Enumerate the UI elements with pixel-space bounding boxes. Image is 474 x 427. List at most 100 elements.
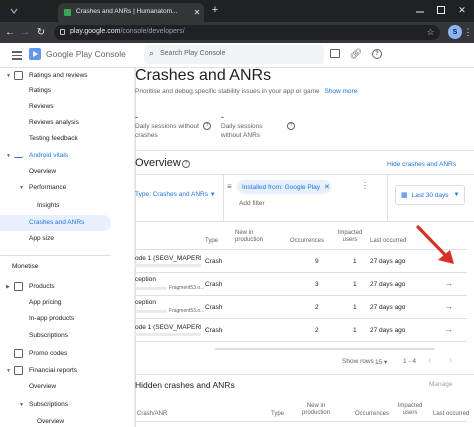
close-window-icon[interactable]: ✕ [456, 4, 468, 16]
sidebar-item-monetise: Monetise [12, 263, 39, 270]
browser-menu-icon[interactable]: ⋮ [464, 26, 473, 38]
date-range-dropdown[interactable]: ▦ Last 30 days ▼ [395, 185, 465, 205]
redacted-text [135, 310, 167, 313]
crash-name[interactable]: ode 1 (SEGV_MAPERR) [135, 255, 201, 262]
column-header[interactable]: Impacted users [335, 230, 365, 244]
url-field[interactable]: play.google.com/console/developers/ ☆ [54, 25, 440, 40]
sidebar-item-reviews-analysis[interactable]: Reviews analysis [29, 119, 79, 126]
caret-right-icon[interactable]: ▶ [6, 284, 10, 290]
sidebar-item-overview[interactable]: Overview [37, 418, 64, 425]
previous-page-icon[interactable]: ‹ [428, 355, 431, 366]
sidebar-item-insights[interactable]: Insights [37, 202, 59, 209]
filter-divider [387, 175, 388, 221]
manage-button[interactable]: Manage [429, 381, 453, 388]
show-more-link[interactable]: Show more [324, 88, 357, 95]
occurrences: 3 [315, 281, 319, 288]
close-tab-icon[interactable]: ✕ [192, 7, 202, 17]
sidebar-item-promo-codes[interactable]: Promo codes [29, 350, 67, 357]
help-icon[interactable]: ? [182, 160, 190, 168]
hidden-crashes-title: Hidden crashes and ANRs [135, 380, 235, 390]
caret-down-icon[interactable]: ▼ [19, 185, 24, 191]
column-header[interactable]: Type [271, 411, 284, 417]
minimize-icon[interactable] [415, 5, 425, 15]
ratings-icon [14, 71, 23, 80]
profile-avatar[interactable]: S [448, 25, 462, 39]
sidebar-item-crashes-and-anrs[interactable]: Crashes and ANRs [29, 219, 84, 226]
sidebar-item-performance[interactable]: Performance [29, 184, 66, 191]
table-row[interactable]: ode 1 (SEGV_MAPERR) Crash 9 1 27 days ago → [135, 250, 467, 273]
sidebar-item-subscriptions[interactable]: Subscriptions [29, 401, 68, 408]
sidebar-item-products[interactable]: Products [29, 283, 55, 290]
caret-down-icon[interactable]: ▼ [6, 368, 11, 374]
search-icon: ⌕ [149, 48, 155, 58]
crash-type: Crash [205, 304, 223, 311]
type-filter-dropdown[interactable]: Type: Crashes and ANRs ▼ [135, 191, 216, 198]
sidebar-item-overview[interactable]: Overview [29, 168, 56, 175]
cart-icon [14, 282, 23, 291]
open-details-arrow-icon[interactable]: → [444, 301, 453, 311]
impacted-users: 1 [353, 304, 357, 311]
next-page-icon[interactable]: › [449, 355, 452, 366]
dropdown-arrow-icon: ▼ [209, 192, 216, 198]
search-placeholder: Search Play Console [160, 50, 226, 57]
sidebar-item-testing-feedback[interactable]: Testing feedback [29, 135, 78, 142]
sidebar-item-overview[interactable]: Overview [29, 383, 56, 390]
column-header[interactable]: Last occurred [370, 238, 406, 244]
table-row[interactable]: ception Fragment53.o... Crash 3 1 27 days ago… [135, 273, 467, 296]
hide-crashes-link[interactable]: Hide crashes and ANRs [387, 161, 456, 168]
caret-down-icon[interactable]: ▼ [6, 73, 11, 79]
filter-divider [223, 175, 224, 221]
open-details-arrow-icon[interactable]: → [444, 324, 453, 334]
hamburger-menu-icon[interactable] [12, 51, 22, 60]
sidebar-item-app-size[interactable]: App size [29, 235, 54, 242]
help-icon[interactable]: ? [287, 122, 295, 130]
back-arrow-icon[interactable]: ← [4, 26, 16, 38]
column-header[interactable]: New in production [235, 230, 275, 244]
column-header[interactable]: New in production [301, 403, 331, 417]
forward-arrow-icon[interactable]: → [19, 26, 31, 38]
open-details-arrow-icon[interactable]: → [444, 278, 453, 288]
sidebar-item-android-vitals[interactable]: Android vitals [29, 152, 68, 159]
browser-tab-bar: Crashes and ANRs | Humanatom... ✕ + ✕ [0, 0, 474, 22]
horizontal-scrollbar[interactable] [215, 348, 435, 350]
sidebar-item-subscriptions[interactable]: Subscriptions [29, 332, 68, 339]
sidebar-item-ratings[interactable]: Ratings [29, 87, 51, 94]
crash-name[interactable]: ode 1 (SEGV_MAPERR) [135, 324, 201, 331]
sidebar-item-financial-reports[interactable]: Financial reports [29, 367, 77, 374]
star-icon[interactable]: ☆ [425, 27, 436, 38]
metric-label: Daily sessions without crashes [135, 123, 199, 139]
column-header[interactable]: Impacted users [395, 403, 425, 417]
installed-from-chip[interactable]: Installed from: Google Play ✕ [237, 180, 331, 194]
sidebar-item-app-pricing[interactable]: App pricing [29, 299, 62, 306]
feedback-icon[interactable] [330, 49, 340, 58]
column-header[interactable]: Crash/ANR [137, 411, 167, 417]
help-icon[interactable]: ? [203, 122, 211, 130]
link-icon[interactable]: 🔗︎ [350, 48, 363, 60]
reload-icon[interactable]: ↻ [35, 26, 47, 38]
more-vert-icon[interactable]: ⋮ [361, 181, 369, 190]
chip-close-icon[interactable]: ✕ [324, 183, 330, 191]
sidebar-item-ratings-and-reviews[interactable]: Ratings and reviews [29, 72, 88, 79]
browser-tab-active[interactable]: Crashes and ANRs | Humanatom... ✕ [58, 3, 204, 22]
open-details-arrow-icon[interactable]: → [444, 255, 453, 265]
new-tab-plus-icon[interactable]: + [209, 4, 221, 16]
search-input[interactable]: ⌕ Search Play Console [144, 45, 324, 64]
last-occurred: 27 days ago [370, 258, 406, 265]
crash-name[interactable]: ception [135, 299, 201, 306]
column-header[interactable]: Occurrences [355, 411, 389, 417]
crash-name[interactable]: ception [135, 276, 201, 283]
column-header[interactable]: Occurrences [290, 238, 324, 244]
sidebar-item-reviews[interactable]: Reviews [29, 103, 54, 110]
column-header[interactable]: Type [205, 238, 218, 244]
table-row[interactable]: ception Fragment53.o... Crash 2 1 27 days ago… [135, 296, 467, 319]
add-filter-input[interactable]: Add filter [239, 200, 265, 207]
table-row[interactable]: ode 1 (SEGV_MAPERR) Crash 2 1 27 days ago → [135, 319, 467, 342]
help-icon[interactable]: ? [372, 49, 382, 59]
chevron-down-icon[interactable] [7, 4, 21, 18]
caret-down-icon[interactable]: ▼ [6, 153, 11, 159]
sidebar-item-in-app-products[interactable]: In-app products [29, 315, 74, 322]
maximize-icon[interactable] [436, 5, 446, 15]
rows-per-page-select[interactable]: 15 ▾ [375, 358, 387, 366]
column-header[interactable]: Last occurred [433, 411, 469, 417]
caret-down-icon[interactable]: ▼ [19, 402, 24, 408]
